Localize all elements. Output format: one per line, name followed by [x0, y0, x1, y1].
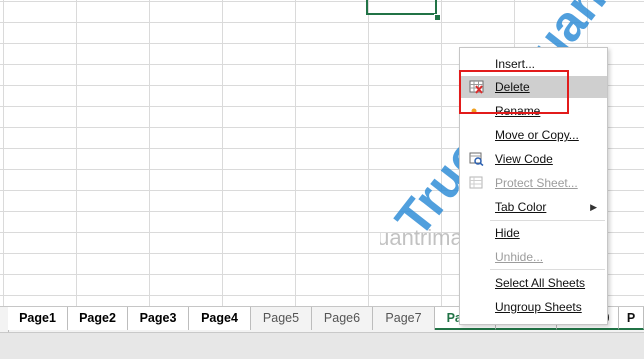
menu-label: Hide: [495, 226, 520, 240]
menu-label: Ungroup Sheets: [495, 300, 582, 314]
menu-label: View Code: [495, 152, 553, 166]
sheet-tab[interactable]: Page1: [8, 307, 68, 330]
menu-label: Insert...: [495, 57, 536, 71]
view-code-icon: [469, 152, 484, 166]
menu-label: Select All Sheets: [495, 276, 586, 290]
menu-move-copy[interactable]: Move or Copy...: [460, 124, 607, 146]
protect-sheet-icon: [469, 176, 483, 189]
menu-label: Protect Sheet...: [495, 176, 578, 190]
status-strip: [0, 332, 644, 359]
menu-separator: [490, 220, 605, 221]
highlight-box: [459, 70, 569, 114]
sheet-tab[interactable]: Page4: [189, 307, 251, 330]
menu-label: Move or Copy...: [495, 128, 579, 142]
menu-select-all-sheets[interactable]: Select All Sheets: [460, 272, 607, 294]
sheet-tab[interactable]: Page6: [312, 307, 373, 330]
menu-protect-sheet: Protect Sheet...: [460, 172, 607, 194]
active-cell[interactable]: [366, 0, 437, 15]
menu-hide[interactable]: Hide: [460, 222, 607, 244]
sheet-tab[interactable]: Page3: [128, 307, 189, 330]
sheet-tab[interactable]: Page7: [373, 307, 435, 330]
sheet-tab[interactable]: P: [619, 307, 644, 330]
sheet-tab[interactable]: Page2: [68, 307, 128, 330]
menu-ungroup-sheets[interactable]: Ungroup Sheets: [460, 296, 607, 318]
sheet-tab[interactable]: Page5: [251, 307, 312, 330]
menu-tab-color[interactable]: Tab Color ▶: [460, 196, 607, 218]
menu-unhide: Unhide...: [460, 246, 607, 268]
submenu-arrow-icon: ▶: [590, 202, 597, 212]
menu-view-code[interactable]: View Code: [460, 148, 607, 170]
menu-label: Tab Color: [495, 200, 547, 214]
menu-separator: [490, 269, 605, 270]
menu-label: Unhide...: [495, 250, 544, 264]
fill-handle[interactable]: [434, 14, 441, 21]
